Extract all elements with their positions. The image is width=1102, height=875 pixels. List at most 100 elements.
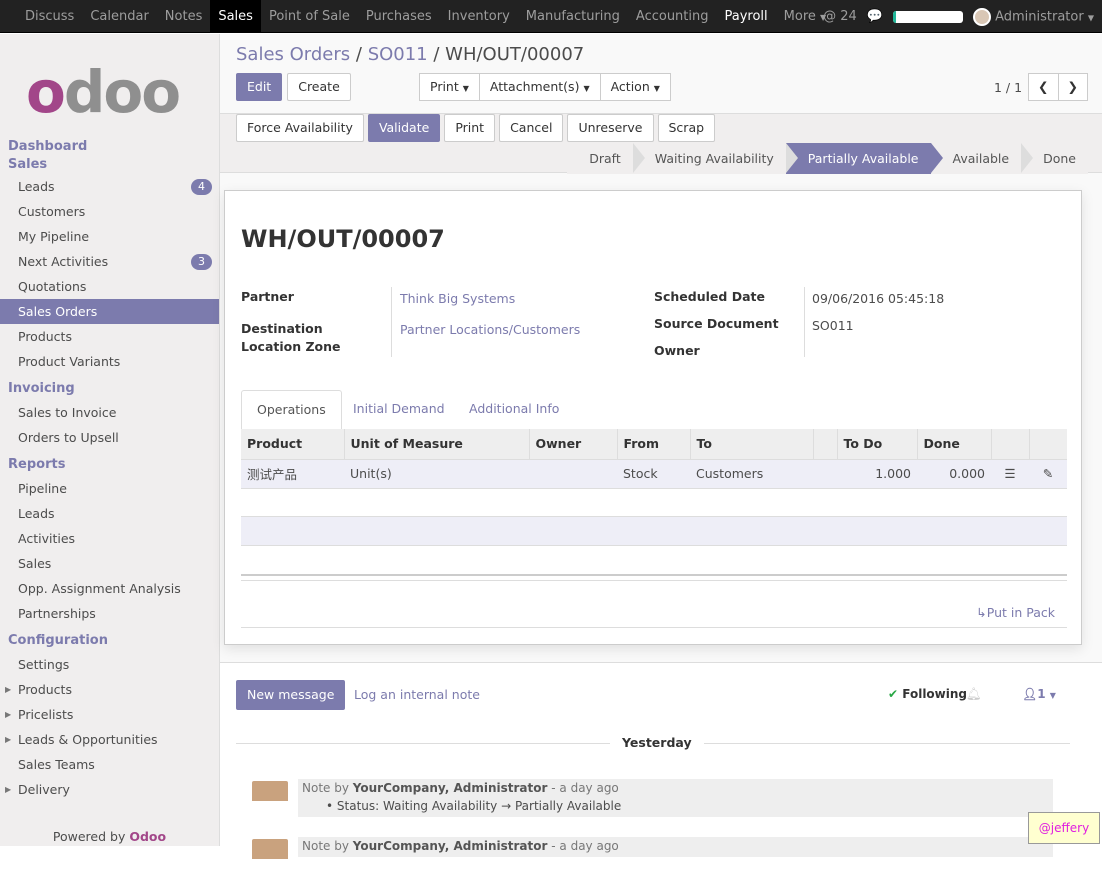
source-document-label: Source Document xyxy=(654,316,779,331)
sidebar-item-products[interactable]: ▶ Products xyxy=(0,677,219,702)
sidebar-item-settings[interactable]: Settings xyxy=(0,652,219,677)
menu-notes[interactable]: Notes xyxy=(157,0,211,33)
menu-manufacturing[interactable]: Manufacturing xyxy=(518,0,628,33)
attachments-label: Attachment(s) xyxy=(489,79,580,94)
edit-pencil-icon[interactable]: ✎ xyxy=(1029,458,1067,489)
sidebar-section-sales[interactable]: Sales xyxy=(0,156,219,174)
sidebar-item-delivery[interactable]: ▶ Delivery xyxy=(0,777,219,802)
log-note-link[interactable]: Log an internal note xyxy=(354,687,480,702)
list-icon[interactable]: ☰ xyxy=(991,458,1029,489)
main-content: Sales Orders / SO011 / WH/OUT/00007 Edit… xyxy=(220,34,1102,875)
user-menu[interactable]: Administrator ▼ xyxy=(972,7,1094,26)
tab-operations[interactable]: Operations xyxy=(241,390,342,430)
message-author[interactable]: YourCompany, Administrator xyxy=(353,781,548,795)
edit-button[interactable]: Edit xyxy=(236,73,283,101)
sidebar-item-label: Product Variants xyxy=(18,354,121,369)
sidebar-item-quotations[interactable]: Quotations xyxy=(0,274,219,299)
col-owner[interactable]: Owner xyxy=(529,429,618,459)
sidebar-item-leads[interactable]: Leads xyxy=(0,501,219,526)
menu-payroll[interactable]: Payroll xyxy=(717,0,776,33)
menu-sales[interactable]: Sales xyxy=(210,0,261,33)
sidebar-section-configuration[interactable]: Configuration xyxy=(0,630,219,652)
put-in-pack-link[interactable]: ↳Put in Pack xyxy=(976,605,1055,620)
tab-additional-info[interactable]: Additional Info xyxy=(454,390,574,430)
col-todo[interactable]: To Do xyxy=(837,429,918,459)
followers-dropdown[interactable]: 👤︎1 ▼ xyxy=(1022,687,1056,701)
status-draft: Draft xyxy=(567,143,645,174)
sidebar-item-customers[interactable]: Customers xyxy=(0,199,219,224)
cancel-button[interactable]: Cancel xyxy=(499,114,564,142)
print-dropdown[interactable]: Print ▼ xyxy=(419,73,480,101)
validate-button[interactable]: Validate xyxy=(367,114,441,142)
sidebar-item-leads[interactable]: Leads 4 xyxy=(0,174,219,199)
breadcrumb-sales-orders[interactable]: Sales Orders xyxy=(236,44,350,65)
sidebar-item-sales-to-invoice[interactable]: Sales to Invoice xyxy=(0,400,219,425)
attachments-dropdown[interactable]: Attachment(s) ▼ xyxy=(478,73,601,101)
create-button[interactable]: Create xyxy=(287,73,351,101)
caret-right-icon: ▶ xyxy=(5,785,12,794)
col-uom[interactable]: Unit of Measure xyxy=(344,429,530,459)
action-dropdown[interactable]: Action ▼ xyxy=(599,73,671,101)
force-availability-button[interactable]: Force Availability xyxy=(236,114,364,142)
menu-inventory[interactable]: Inventory xyxy=(440,0,518,33)
sidebar-item-activities[interactable]: Activities xyxy=(0,526,219,551)
sidebar-item-products[interactable]: Products xyxy=(0,324,219,349)
operations-table: Product Unit of Measure Owner From To To… xyxy=(241,429,1067,489)
breadcrumb-so011[interactable]: SO011 xyxy=(368,44,428,65)
caret-down-icon: ▼ xyxy=(653,84,660,93)
sidebar-item-opp-assignment-analysis[interactable]: Opp. Assignment Analysis xyxy=(0,576,219,601)
bell-icon[interactable]: 🔔︎ xyxy=(966,686,982,702)
col-to[interactable]: To xyxy=(690,429,814,459)
following-label: Following xyxy=(902,687,968,701)
sidebar-section-dashboard[interactable]: Dashboard xyxy=(0,138,219,156)
table-row[interactable]: 测试产品 Unit(s) Stock Customers 1.000 0.000… xyxy=(241,458,1067,489)
col-from[interactable]: From xyxy=(617,429,691,459)
sidebar-item-my-pipeline[interactable]: My Pipeline xyxy=(0,224,219,249)
sidebar-item-sales-teams[interactable]: Sales Teams xyxy=(0,752,219,777)
sidebar-item-sales-orders[interactable]: Sales Orders xyxy=(0,299,219,324)
source-document-field[interactable]: SO011 xyxy=(812,318,854,333)
powered-by-brand[interactable]: Odoo xyxy=(129,829,166,844)
sidebar-item-leads-opportunities[interactable]: ▶ Leads & Opportunities xyxy=(0,727,219,752)
sidebar-item-partnerships[interactable]: Partnerships xyxy=(0,601,219,626)
mentions-button[interactable]: @ 24 xyxy=(823,9,857,24)
pager-next-button[interactable]: ❯ xyxy=(1057,73,1088,101)
scrap-button[interactable]: Scrap xyxy=(657,114,716,142)
notebook-tabs: Operations Initial Demand Additional Inf… xyxy=(241,390,1067,430)
sidebar-item-next-activities[interactable]: Next Activities 3 xyxy=(0,249,219,274)
sidebar-item-product-variants[interactable]: Product Variants xyxy=(0,349,219,374)
unreserve-button[interactable]: Unreserve xyxy=(567,114,654,142)
sidebar-item-sales[interactable]: Sales xyxy=(0,551,219,576)
sidebar-item-orders-to-upsell[interactable]: Orders to Upsell xyxy=(0,425,219,450)
pager-previous-button[interactable]: ❮ xyxy=(1028,73,1059,101)
sidebar-item-pipeline[interactable]: Pipeline xyxy=(0,476,219,501)
menu-accounting[interactable]: Accounting xyxy=(628,0,717,33)
pager-value[interactable]: 1 / 1 xyxy=(994,80,1022,95)
status-waiting-availability: Waiting Availability xyxy=(632,143,798,174)
caret-down-icon: ▼ xyxy=(462,84,469,93)
following-button[interactable]: ✔ Following xyxy=(888,687,967,701)
col-product[interactable]: Product xyxy=(241,429,345,459)
table-footer xyxy=(241,574,1067,581)
print-button[interactable]: Print xyxy=(444,114,496,142)
odoo-logo[interactable]: odoo xyxy=(26,62,181,122)
sidebar-item-label: Pricelists xyxy=(18,707,74,722)
new-message-button[interactable]: New message xyxy=(236,680,346,710)
menu-purchases[interactable]: Purchases xyxy=(358,0,440,33)
chat-icon[interactable]: 💬 xyxy=(867,9,883,24)
message-author[interactable]: YourCompany, Administrator xyxy=(353,839,548,853)
col-done[interactable]: Done xyxy=(917,429,992,459)
sidebar-section-reports[interactable]: Reports xyxy=(0,454,219,476)
sidebar-item-pricelists[interactable]: ▶ Pricelists xyxy=(0,702,219,727)
menu-discuss[interactable]: Discuss xyxy=(17,0,82,33)
menu-point-of-sale[interactable]: Point of Sale xyxy=(261,0,358,33)
partner-field[interactable]: Think Big Systems xyxy=(400,291,515,306)
menu-calendar[interactable]: Calendar xyxy=(82,0,156,33)
tab-initial-demand[interactable]: Initial Demand xyxy=(338,390,460,430)
sidebar-section-invoicing[interactable]: Invoicing xyxy=(0,378,219,400)
scheduled-date-field[interactable]: 09/06/2016 05:45:18 xyxy=(812,291,944,306)
destination-field[interactable]: Partner Locations/Customers xyxy=(400,322,580,337)
powered-by-text: Powered by xyxy=(52,829,126,844)
cell-todo: 1.000 xyxy=(837,458,917,489)
status-available: Available xyxy=(930,143,1033,174)
